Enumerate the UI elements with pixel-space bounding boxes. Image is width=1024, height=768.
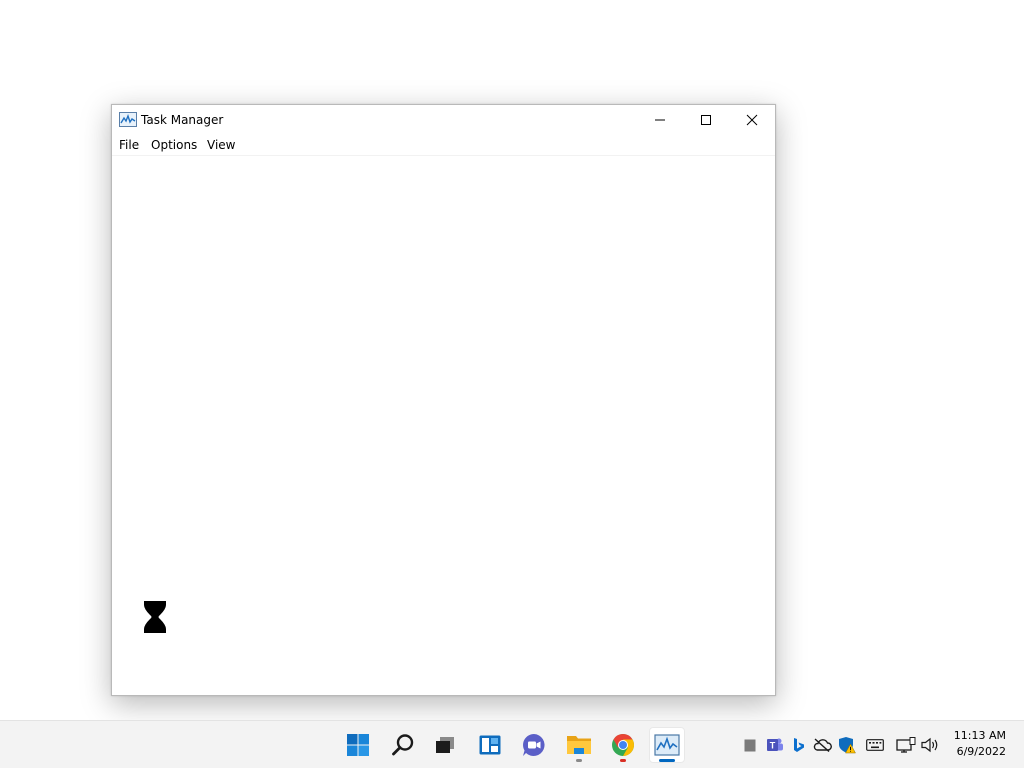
close-icon <box>746 114 758 126</box>
task-manager-icon[interactable] <box>649 727 685 763</box>
menu-bar: File Options View <box>112 135 775 156</box>
clock-time: 11:13 AM <box>953 729 1006 742</box>
windows-start-icon[interactable] <box>340 727 376 763</box>
active-indicator <box>659 759 675 762</box>
bing-icon[interactable] <box>789 735 809 755</box>
tray-overflow-icon[interactable] <box>740 735 760 755</box>
taskbar: T 11:13 AM 6/9/2022 <box>0 720 1024 768</box>
clock[interactable]: 11:13 AM 6/9/2022 <box>954 728 1006 760</box>
minimize-icon <box>655 119 665 121</box>
svg-text:T: T <box>770 741 776 751</box>
maximize-button[interactable] <box>683 105 729 135</box>
clock-date: 6/9/2022 <box>956 745 1006 758</box>
running-indicator <box>576 759 582 762</box>
search-icon[interactable] <box>385 727 421 763</box>
teams-chat-icon[interactable] <box>516 727 552 763</box>
task-manager-window: Task Manager File Options View <box>111 104 776 696</box>
task-view-icon[interactable] <box>427 727 463 763</box>
keyboard-icon[interactable] <box>865 735 885 755</box>
menu-file[interactable]: File <box>119 138 139 152</box>
minimize-button[interactable] <box>637 105 683 135</box>
windows-security-warning-icon[interactable] <box>837 735 857 755</box>
busy-cursor-icon <box>143 600 167 634</box>
menu-options[interactable]: Options <box>151 138 197 152</box>
chrome-icon[interactable] <box>605 727 641 763</box>
menu-view[interactable]: View <box>207 138 235 152</box>
task-manager-app-icon <box>119 112 137 127</box>
close-button[interactable] <box>729 105 775 135</box>
volume-icon[interactable] <box>921 735 941 755</box>
running-indicator <box>620 759 626 762</box>
teams-tray-icon[interactable]: T <box>765 735 785 755</box>
onedrive-offline-icon[interactable] <box>812 735 832 755</box>
title-bar[interactable]: Task Manager <box>112 105 775 135</box>
widgets-icon[interactable] <box>472 727 508 763</box>
file-explorer-icon[interactable] <box>561 727 597 763</box>
window-title: Task Manager <box>141 113 224 127</box>
network-icon[interactable] <box>896 735 916 755</box>
maximize-icon <box>701 115 711 125</box>
